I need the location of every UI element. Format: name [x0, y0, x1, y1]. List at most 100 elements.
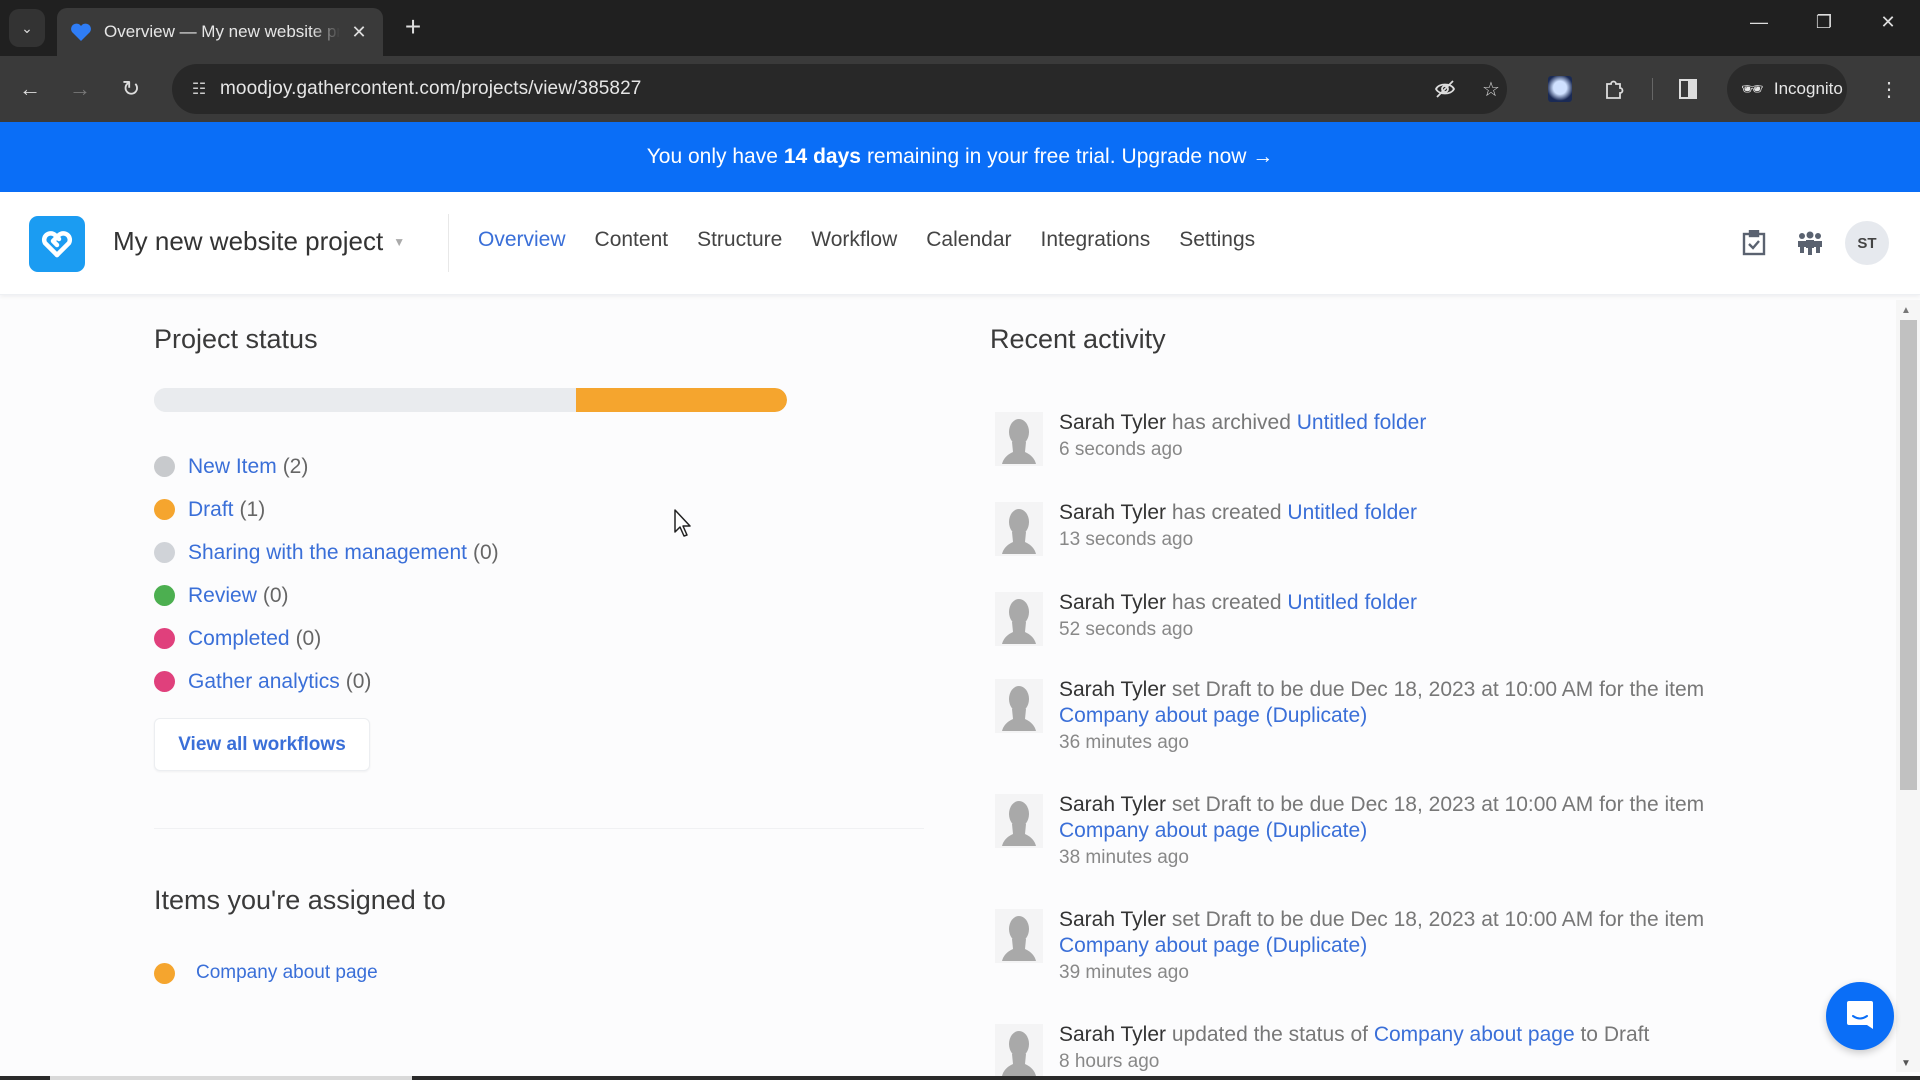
view-all-workflows-button[interactable]: View all workflows: [154, 718, 370, 771]
activity-target-link[interactable]: Untitled folder: [1287, 501, 1417, 524]
restore-button[interactable]: ❐: [1804, 12, 1844, 33]
activity-user[interactable]: Sarah Tyler: [1059, 908, 1166, 931]
nav-content[interactable]: Content: [595, 228, 669, 252]
activity-action: has archived: [1166, 411, 1297, 434]
project-name: My new website project: [113, 226, 384, 256]
nav-integrations[interactable]: Integrations: [1041, 228, 1151, 252]
user-avatar-placeholder-icon: [995, 412, 1043, 466]
activity-description: Sarah Tyler set Draft to be due Dec 18, …: [1059, 907, 1735, 959]
activity-user[interactable]: Sarah Tyler: [1059, 591, 1166, 614]
browser-tab-bar: ⌄ Overview — My new website project ✕ + …: [0, 0, 1920, 56]
activity-user[interactable]: Sarah Tyler: [1059, 411, 1166, 434]
progress-segment-draft: [576, 388, 787, 412]
banner-days-remaining: 14 days: [783, 145, 861, 168]
incognito-icon: 🕶: [1741, 78, 1764, 99]
activity-user[interactable]: Sarah Tyler: [1059, 1023, 1166, 1046]
scroll-up-arrow-icon[interactable]: ▲: [1901, 305, 1911, 316]
eye-off-icon[interactable]: [1432, 76, 1458, 102]
activity-description: Sarah Tyler set Draft to be due Dec 18, …: [1059, 792, 1735, 844]
arrow-left-icon: ←: [19, 76, 41, 101]
status-dot: [154, 499, 175, 520]
activity-description: Sarah Tyler has archived Untitled folder: [1059, 410, 1735, 436]
activity-action-suffix: to Draft: [1574, 1023, 1650, 1046]
activity-target-link[interactable]: Company about page (Duplicate): [1059, 704, 1367, 727]
status-link[interactable]: Review: [188, 584, 257, 608]
toolbar-separator: [1652, 78, 1653, 100]
progress-segment-new-item: [154, 388, 577, 412]
user-avatar-placeholder-icon: [995, 794, 1043, 848]
status-link[interactable]: Completed: [188, 627, 290, 651]
recent-activity-title: Recent activity: [990, 324, 1166, 354]
new-tab-button[interactable]: +: [397, 12, 429, 42]
status-dot: [154, 628, 175, 649]
minimize-button[interactable]: —: [1739, 12, 1779, 33]
upgrade-now-link[interactable]: Upgrade now →: [1122, 145, 1274, 169]
status-link[interactable]: Draft: [188, 498, 234, 522]
activity-item: Sarah Tyler has created Untitled folder …: [995, 590, 1735, 646]
user-avatar-placeholder-icon: [995, 502, 1043, 556]
chat-bubble-icon: [1847, 1001, 1873, 1029]
status-count: (2): [282, 454, 309, 478]
user-avatar-placeholder-icon: [995, 592, 1043, 646]
address-bar[interactable]: ☷ moodjoy.gathercontent.com/projects/vie…: [172, 64, 1507, 114]
tab-list-button[interactable]: ⌄: [9, 9, 45, 47]
activity-target-link[interactable]: Untitled folder: [1297, 411, 1427, 434]
support-chat-button[interactable]: [1826, 982, 1894, 1050]
scroll-down-arrow-icon[interactable]: ▼: [1901, 1058, 1911, 1069]
status-item-review: Review (0): [154, 574, 499, 617]
tasks-clipboard-icon[interactable]: [1737, 226, 1771, 260]
incognito-indicator[interactable]: 🕶 Incognito: [1727, 64, 1847, 114]
status-link[interactable]: Sharing with the management: [188, 541, 467, 565]
activity-timestamp: 13 seconds ago: [1059, 529, 1194, 550]
activity-target-link[interactable]: Company about page (Duplicate): [1059, 819, 1367, 842]
back-button[interactable]: ←: [13, 72, 47, 106]
trial-banner: You only have 14 days remaining in your …: [0, 122, 1920, 192]
activity-item: Sarah Tyler set Draft to be due Dec 18, …: [995, 792, 1735, 872]
status-link[interactable]: Gather analytics: [188, 670, 340, 694]
project-status-title: Project status: [154, 324, 318, 354]
site-info-icon[interactable]: ☷: [187, 77, 211, 101]
app-header: My new website project ▼ Overview Conten…: [0, 192, 1920, 295]
user-avatar[interactable]: ST: [1845, 221, 1889, 265]
nav-workflow[interactable]: Workflow: [811, 228, 897, 252]
banner-prefix: You only have: [646, 145, 778, 168]
activity-description: Sarah Tyler has created Untitled folder: [1059, 590, 1735, 616]
activity-user[interactable]: Sarah Tyler: [1059, 678, 1166, 701]
browser-menu-kebab-icon[interactable]: ⋮: [1872, 72, 1906, 106]
status-dot: [154, 542, 175, 563]
activity-target-link[interactable]: Company about page: [1374, 1023, 1575, 1046]
chevron-down-icon: ⌄: [21, 19, 33, 36]
main-nav: Overview Content Structure Workflow Cale…: [478, 228, 1255, 252]
extension-icon[interactable]: [1548, 76, 1572, 102]
user-avatar-placeholder-icon: [995, 1024, 1043, 1078]
nav-calendar[interactable]: Calendar: [926, 228, 1011, 252]
forward-button[interactable]: →: [63, 72, 97, 106]
banner-suffix: remaining in your free trial.: [866, 145, 1116, 168]
assigned-item-link[interactable]: Company about page: [196, 962, 378, 984]
activity-target-link[interactable]: Untitled folder: [1287, 591, 1417, 614]
project-switcher[interactable]: My new website project ▼: [113, 226, 405, 257]
header-divider: [448, 214, 449, 272]
gathercontent-logo-icon[interactable]: [29, 216, 85, 272]
activity-item: Sarah Tyler updated the status of Compan…: [995, 1022, 1735, 1078]
status-count: (1): [239, 497, 266, 521]
close-tab-icon[interactable]: ✕: [347, 20, 371, 44]
activity-action: has created: [1166, 501, 1288, 524]
nav-settings[interactable]: Settings: [1179, 228, 1255, 252]
nav-overview[interactable]: Overview: [478, 228, 566, 252]
section-divider: [154, 828, 924, 829]
reload-button[interactable]: ↻: [114, 72, 148, 106]
bookmark-star-icon[interactable]: ☆: [1478, 76, 1504, 102]
activity-target-link[interactable]: Company about page (Duplicate): [1059, 934, 1367, 957]
activity-user[interactable]: Sarah Tyler: [1059, 501, 1166, 524]
team-people-icon[interactable]: [1793, 226, 1827, 260]
url-text[interactable]: moodjoy.gathercontent.com/projects/view/…: [220, 78, 641, 100]
scrollbar-thumb[interactable]: [1900, 320, 1917, 790]
activity-user[interactable]: Sarah Tyler: [1059, 793, 1166, 816]
nav-structure[interactable]: Structure: [697, 228, 782, 252]
close-window-button[interactable]: ✕: [1868, 12, 1908, 33]
side-panel-icon[interactable]: [1671, 72, 1705, 106]
extensions-puzzle-icon[interactable]: [1597, 72, 1631, 106]
browser-tab-active[interactable]: Overview — My new website project ✕: [57, 8, 383, 56]
status-link[interactable]: New Item: [188, 455, 277, 479]
